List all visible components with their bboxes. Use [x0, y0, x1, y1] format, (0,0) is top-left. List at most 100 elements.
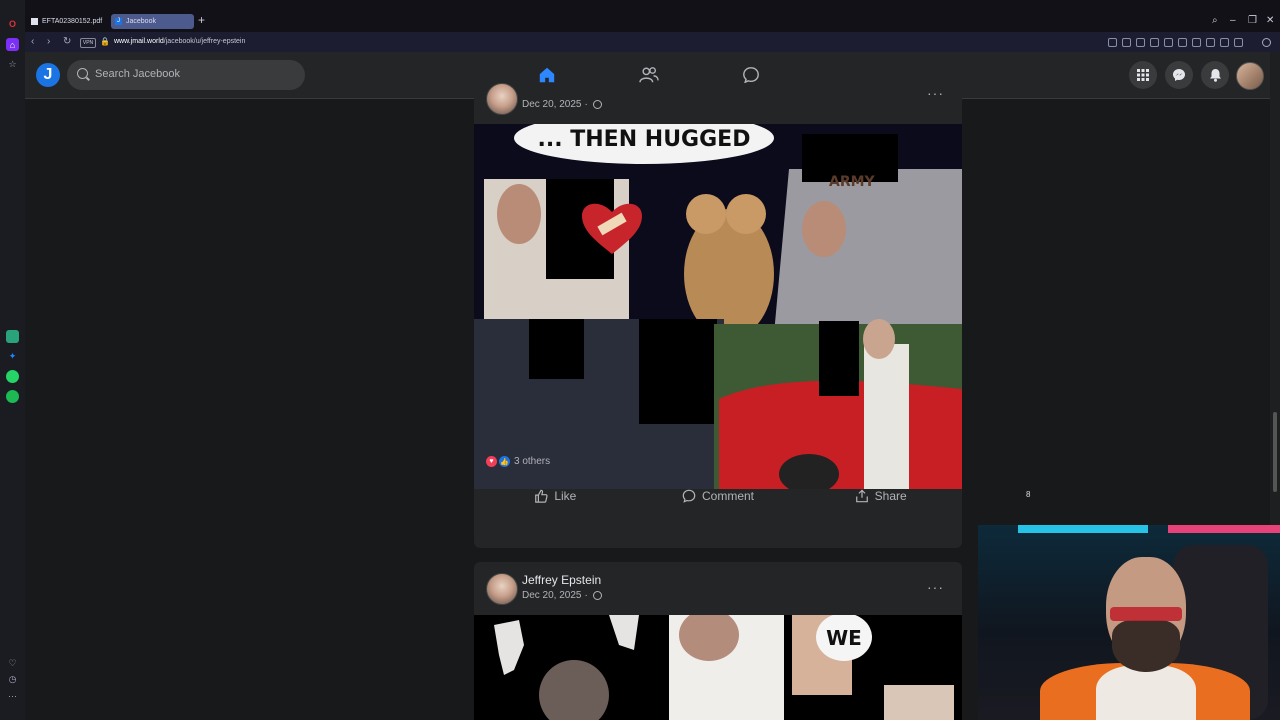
- share-icon: [855, 489, 868, 503]
- search-icon: [77, 68, 88, 79]
- extension-icon[interactable]: [1206, 38, 1215, 47]
- bell-icon: [1209, 69, 1221, 82]
- background-light: [1168, 525, 1280, 533]
- reload-icon[interactable]: ↻: [63, 36, 71, 47]
- comment-label: Comment: [702, 489, 755, 503]
- hoodie-inner: [1096, 665, 1196, 720]
- author-avatar[interactable]: [486, 83, 518, 115]
- download-icon[interactable]: [1234, 38, 1243, 47]
- chatgpt-icon[interactable]: [6, 330, 19, 343]
- tab-jacebook[interactable]: J Jacebook: [111, 14, 194, 29]
- sign-text: ARMY: [829, 174, 876, 190]
- messenger-icon: [1173, 69, 1185, 81]
- messenger-button[interactable]: [1165, 61, 1193, 89]
- post-date[interactable]: Dec 20, 2025: [522, 99, 582, 110]
- separator-dot: ·: [584, 590, 588, 601]
- scroll-thumb[interactable]: [1273, 412, 1277, 492]
- post-meta: Dec 20, 2025 ·: [522, 99, 602, 110]
- post-actions: Like Comment Share: [474, 479, 962, 513]
- extension-icon[interactable]: [1178, 38, 1187, 47]
- like-reaction-icon: 👍: [499, 456, 510, 467]
- vpn-badge[interactable]: VPN: [80, 38, 96, 48]
- extension-icon[interactable]: [1192, 38, 1201, 47]
- collage-image: ... THEN HUGGED ARMY: [474, 124, 962, 489]
- grid-menu-icon: [1137, 69, 1149, 81]
- opera-logo-icon[interactable]: O: [6, 17, 19, 30]
- url-field[interactable]: www.jmail.world/jacebook/u/jeffrey-epste…: [114, 38, 245, 45]
- spotify-icon[interactable]: [6, 390, 19, 403]
- more-icon[interactable]: ···: [6, 689, 19, 702]
- author-name[interactable]: Jeffrey Epstein: [522, 573, 601, 587]
- reactions-count: 3 others: [514, 456, 551, 467]
- address-bar: ‹ › ↻ VPN 🔒 www.jmail.world/jacebook/u/j…: [25, 32, 1280, 52]
- tab-label: Jacebook: [126, 18, 156, 25]
- tab-label: EFTA02380152.pdf: [42, 18, 103, 25]
- webcam-overlay: [978, 525, 1280, 720]
- friends-icon: [639, 67, 659, 83]
- background-light: [1018, 525, 1148, 533]
- more-options-icon[interactable]: ···: [927, 579, 944, 595]
- cursor-indicator: 8: [1026, 490, 1031, 499]
- close-icon[interactable]: ✕: [1266, 15, 1274, 26]
- extension-icon[interactable]: [1136, 38, 1145, 47]
- browser-sidebar: O ⌂ ☆ ✦ ♡ ◷ ···: [0, 0, 25, 720]
- url-path: /jacebook/u/jeffrey-epstein: [163, 38, 246, 45]
- extension-icon[interactable]: [1108, 38, 1117, 47]
- menu-button[interactable]: [1129, 61, 1157, 89]
- share-label: Share: [874, 489, 907, 503]
- extension-icon[interactable]: [1150, 38, 1159, 47]
- extension-icon[interactable]: [1122, 38, 1131, 47]
- home-icon: [539, 67, 555, 83]
- post-card: Dec 20, 2025· ··· ... THEN HUGGED ARMY: [474, 83, 962, 548]
- new-tab-button[interactable]: +: [198, 14, 210, 26]
- whatsapp-icon[interactable]: [6, 370, 19, 383]
- profile-icon[interactable]: [1262, 38, 1271, 47]
- minimize-icon[interactable]: –: [1230, 15, 1236, 26]
- notifications-button[interactable]: [1201, 61, 1229, 89]
- bookmark-icon[interactable]: ☆: [6, 58, 19, 71]
- post-photo[interactable]: WE: [474, 615, 962, 720]
- post-meta: Dec 20, 2025 ·: [522, 590, 602, 601]
- like-label: Like: [554, 489, 577, 503]
- url-domain: www.jmail.world: [114, 38, 164, 45]
- love-reaction-icon: ♥: [486, 456, 497, 467]
- extension-icon[interactable]: [1220, 38, 1229, 47]
- post-photo[interactable]: ... THEN HUGGED ARMY: [474, 124, 962, 489]
- caption-text: WE: [826, 626, 862, 650]
- caption-text: ... THEN HUGGED: [538, 127, 751, 152]
- post-card: Jeffrey Epstein Dec 20, 2025 · ··· WE: [474, 562, 962, 720]
- like-button[interactable]: Like: [474, 479, 637, 513]
- history-icon[interactable]: ◷: [6, 673, 19, 686]
- forward-icon[interactable]: ›: [47, 36, 50, 47]
- post-date[interactable]: Dec 20, 2025: [522, 590, 582, 601]
- more-options-icon[interactable]: ···: [927, 85, 944, 101]
- reactions-summary[interactable]: ♥ 👍 3 others: [486, 456, 550, 467]
- pdf-file-icon: [31, 18, 38, 25]
- back-icon[interactable]: ‹: [31, 36, 34, 47]
- heart-icon[interactable]: ♡: [6, 657, 19, 670]
- red-glasses: [1110, 607, 1182, 621]
- search-placeholder: Search Jacebook: [95, 68, 180, 80]
- search-tabs-icon[interactable]: ⌕: [1212, 15, 1218, 26]
- share-button[interactable]: Share: [799, 479, 962, 513]
- tab-strip: EFTA02380152.pdf J Jacebook + ⌕ – ❐ ✕: [25, 0, 1280, 32]
- account-avatar[interactable]: [1236, 62, 1264, 90]
- chat-bubble-icon: [743, 67, 759, 84]
- globe-icon: [592, 591, 602, 600]
- separator-dot: ·: [584, 99, 588, 110]
- home-icon[interactable]: ⌂: [6, 38, 19, 51]
- streamer-beard: [1112, 620, 1180, 672]
- comment-icon: [682, 489, 696, 503]
- tab-pdf[interactable]: EFTA02380152.pdf: [27, 14, 109, 29]
- lock-icon[interactable]: 🔒: [100, 37, 110, 46]
- thumbs-up-icon: [535, 489, 548, 503]
- globe-icon: [592, 100, 602, 109]
- restore-icon[interactable]: ❐: [1248, 15, 1257, 26]
- collage-image: WE: [474, 615, 962, 720]
- search-input[interactable]: Search Jacebook: [67, 60, 305, 90]
- messenger-icon[interactable]: ✦: [6, 350, 19, 363]
- extension-icon[interactable]: [1164, 38, 1173, 47]
- jacebook-logo[interactable]: J: [36, 63, 60, 87]
- comment-button[interactable]: Comment: [637, 479, 800, 513]
- author-avatar[interactable]: [486, 573, 518, 605]
